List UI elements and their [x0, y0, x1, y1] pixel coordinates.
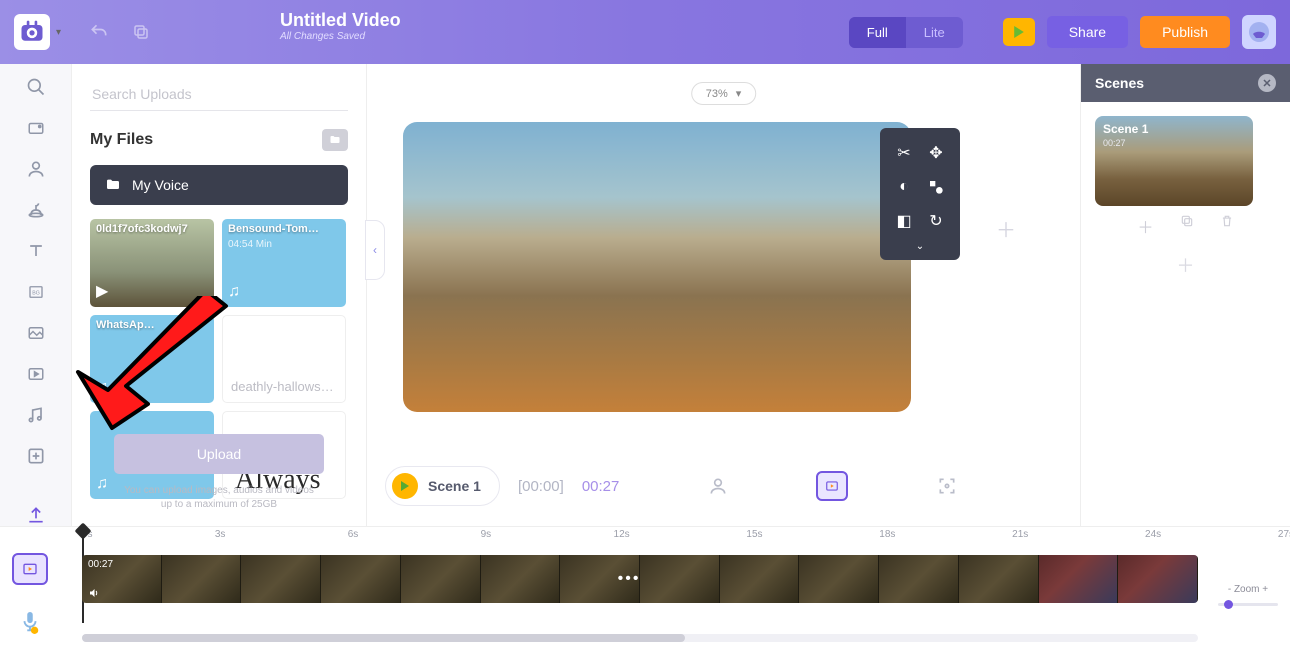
add-scene-icon[interactable]: ＋: [1137, 214, 1153, 238]
upload-tile-audio[interactable]: Bensound-Tom… 04:54 Min ♫: [222, 219, 346, 307]
timeline-scrollbar[interactable]: [82, 634, 1198, 642]
expand-toolbar-icon[interactable]: ⌄: [880, 238, 960, 252]
scene-actions: ＋: [1081, 214, 1290, 238]
account-avatar[interactable]: [1242, 15, 1276, 49]
image-icon[interactable]: [22, 321, 50, 344]
focus-tool-icon[interactable]: [937, 476, 957, 496]
publish-button[interactable]: Publish: [1140, 16, 1230, 48]
upload-tile-file[interactable]: deathly-hallows-s…: [222, 315, 346, 403]
add-folder-button[interactable]: [322, 129, 348, 151]
top-bar: ▾ Untitled Video All Changes Saved Full …: [0, 0, 1290, 64]
clip-duration: 00:27: [88, 559, 113, 570]
mode-toggle: Full Lite: [849, 17, 963, 48]
timeline: 0s 3s 6s 9s 12s 15s 18s 21s 24s 27s 00:2…: [0, 526, 1290, 646]
music-note-icon: ♫: [96, 379, 108, 397]
scissors-icon[interactable]: ✂: [892, 141, 916, 165]
timeline-ruler[interactable]: 0s 3s 6s 9s 12s 15s 18s 21s 24s 27s: [82, 527, 1290, 547]
library-icon[interactable]: [22, 117, 50, 140]
preview-play-button[interactable]: [1003, 18, 1035, 46]
chevron-down-icon: ▾: [56, 27, 61, 38]
my-files-heading: My Files: [90, 131, 153, 149]
upload-tile-image[interactable]: 0ld1f7ofc3kodwj7 ▶: [90, 219, 214, 307]
add-scene-button[interactable]: ＋: [1081, 252, 1290, 278]
music-icon[interactable]: [22, 403, 50, 426]
mic-track-icon[interactable]: [12, 607, 48, 639]
color-picker-icon[interactable]: [924, 175, 948, 199]
volume-icon[interactable]: [88, 587, 100, 599]
time-start: [00:00]: [518, 478, 564, 495]
tool-rail: BG: [0, 64, 72, 526]
app-logo: [14, 14, 50, 50]
video-icon[interactable]: [22, 362, 50, 385]
track-selectors: [12, 553, 48, 639]
video-canvas[interactable]: [403, 122, 911, 412]
background-icon[interactable]: BG: [22, 281, 50, 304]
character-icon[interactable]: [22, 158, 50, 181]
main-area: BG My Files My Voice 0ld1f7ofc3kodwj7 ▶ …: [0, 64, 1290, 526]
folder-icon: [104, 177, 122, 193]
scene-thumbnail[interactable]: Scene 1 00:27: [1095, 116, 1253, 206]
upload-hint: You can upload images, audios and videos…: [72, 484, 366, 512]
reset-icon[interactable]: ↻: [924, 209, 948, 233]
video-layer-button[interactable]: [816, 471, 848, 501]
scene-selector[interactable]: Scene 1: [385, 466, 500, 506]
canvas-toolbar: ✂ ✥ ◐ ◧ ↻ ⌄: [880, 128, 960, 260]
contrast-icon[interactable]: ◐: [892, 175, 916, 199]
collapse-panel-button[interactable]: ‹: [365, 220, 385, 280]
copy-icon[interactable]: [131, 22, 151, 42]
timeline-zoom[interactable]: - Zoom +: [1218, 579, 1278, 606]
zoom-indicator[interactable]: 73%▾: [691, 82, 757, 105]
canvas-area: ‹ 73%▾ ✂ ✥ ◐ ◧ ↻ ⌄ ＋ Scene 1: [367, 64, 1080, 526]
split-icon[interactable]: ◧: [892, 209, 916, 233]
character-tool-icon[interactable]: [708, 476, 728, 496]
effects-icon[interactable]: [22, 444, 50, 467]
delete-scene-icon[interactable]: [1220, 214, 1234, 238]
search-icon[interactable]: [22, 76, 50, 99]
play-icon: [392, 473, 418, 499]
mode-lite[interactable]: Lite: [906, 17, 963, 48]
my-voice-folder[interactable]: My Voice: [90, 165, 348, 205]
share-button[interactable]: Share: [1047, 16, 1128, 48]
duplicate-scene-icon[interactable]: [1180, 214, 1194, 238]
upload-icon[interactable]: [22, 503, 50, 526]
scenes-header: Scenes ✕: [1081, 64, 1290, 102]
upload-tile-audio[interactable]: WhatsAp… ♫: [90, 315, 214, 403]
music-note-icon: ♫: [228, 283, 240, 301]
play-icon: ▶: [96, 281, 108, 301]
zoom-slider[interactable]: [1218, 603, 1278, 606]
video-track-icon[interactable]: [12, 553, 48, 585]
more-icon[interactable]: •••: [618, 570, 641, 588]
video-track[interactable]: 00:27 •••: [82, 555, 1198, 603]
title-area[interactable]: Untitled Video All Changes Saved: [280, 10, 401, 42]
mode-full[interactable]: Full: [849, 17, 906, 48]
move-icon[interactable]: ✥: [924, 141, 948, 165]
video-title: Untitled Video: [280, 10, 401, 31]
text-icon[interactable]: [22, 240, 50, 263]
scene-controls: Scene 1 [00:00] 00:27: [385, 466, 1062, 506]
props-icon[interactable]: [22, 199, 50, 222]
save-status: All Changes Saved: [280, 31, 401, 42]
upload-button[interactable]: Upload: [114, 434, 324, 474]
scenes-panel: Scenes ✕ Scene 1 00:27 ＋ ＋: [1080, 64, 1290, 526]
undo-icon[interactable]: [89, 22, 109, 42]
time-end: 00:27: [582, 478, 620, 495]
search-uploads-input[interactable]: [90, 78, 348, 111]
close-panel-icon[interactable]: ✕: [1258, 74, 1276, 92]
my-voice-label: My Voice: [132, 177, 189, 193]
add-to-canvas-button[interactable]: ＋: [996, 214, 1016, 243]
chevron-down-icon: ▾: [736, 87, 742, 100]
svg-text:BG: BG: [32, 290, 40, 296]
history-actions: [89, 22, 151, 42]
topbar-actions: Share Publish: [1003, 15, 1276, 49]
uploads-panel: My Files My Voice 0ld1f7ofc3kodwj7 ▶ Ben…: [72, 64, 367, 526]
app-logo-menu[interactable]: ▾: [14, 14, 61, 50]
